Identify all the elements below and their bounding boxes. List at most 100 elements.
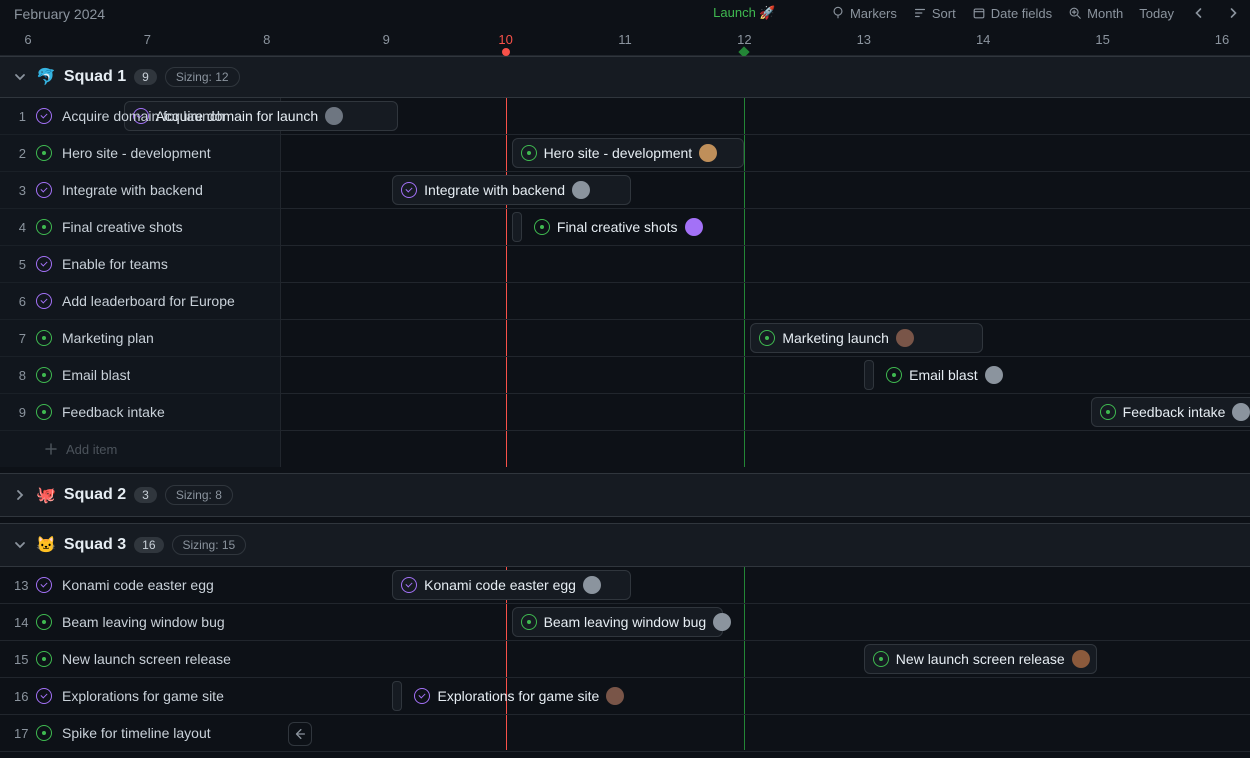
sort-button[interactable]: Sort [913, 6, 956, 21]
timeline-bar[interactable]: Explorations for game site [406, 681, 607, 711]
task-row[interactable]: 15New launch screen releaseNew launch sc… [0, 641, 1250, 678]
timeline-bar[interactable]: New launch screen release [864, 644, 1097, 674]
task-row[interactable]: 4 Final creative shots Final creative shot… [0, 209, 1250, 246]
iteration-stub[interactable] [512, 212, 522, 242]
timeline-bar[interactable]: Konami code easter egg [392, 570, 631, 600]
issue-closed-icon [414, 688, 430, 704]
task-title[interactable]: Enable for teams [62, 256, 168, 272]
timeline-toolbar: Markers Sort Date fields Month Today [831, 4, 1242, 22]
task-row[interactable]: 16Explorations for game siteExplorations… [0, 678, 1250, 715]
assignee-avatar-icon[interactable] [713, 613, 731, 631]
task-title[interactable]: Hero site - development [62, 145, 211, 161]
task-row[interactable]: 8Email blastEmail blast [0, 357, 1250, 394]
iteration-stub[interactable] [392, 681, 402, 711]
task-title[interactable]: Marketing plan [62, 330, 154, 346]
next-button[interactable] [1224, 4, 1242, 22]
timeline-bar[interactable]: Beam leaving window bug [512, 607, 723, 637]
group-header[interactable]: 🐱Squad 316Sizing: 15 [0, 523, 1250, 567]
task-title[interactable]: Add leaderboard for Europe [62, 293, 235, 309]
sort-label: Sort [932, 6, 956, 21]
chevron-right-icon[interactable] [14, 489, 28, 501]
group-emoji-icon: 🐬 [36, 67, 56, 87]
group-header[interactable]: 🐙Squad 23Sizing: 8 [0, 473, 1250, 517]
task-title[interactable]: Feedback intake [62, 404, 165, 420]
task-row[interactable]: 17 Spike for timeline layout [0, 715, 1250, 752]
date-fields-button[interactable]: Date fields [972, 6, 1052, 21]
bar-title: New launch screen release [896, 651, 1065, 667]
task-side: 13Konami code easter egg [0, 567, 281, 603]
task-side: 9Feedback intake [0, 394, 281, 430]
task-row[interactable]: 2 Hero site - development Hero site - deve… [0, 135, 1250, 172]
assignee-avatar-icon[interactable] [685, 218, 703, 236]
zoom-label: Month [1087, 6, 1123, 21]
timeline-bar[interactable]: Final creative shots [526, 212, 697, 242]
task-side: 7Marketing plan [0, 320, 281, 356]
issue-closed-icon [36, 293, 52, 309]
task-side: 4 Final creative shots [0, 209, 281, 245]
task-title[interactable]: Explorations for game site [62, 688, 224, 704]
timeline-bar[interactable]: Feedback intake [1091, 397, 1250, 427]
task-title[interactable]: Email blast [62, 367, 130, 383]
chevron-down-icon[interactable] [14, 71, 28, 83]
row-number: 17 [14, 726, 26, 741]
task-title[interactable]: Beam leaving window bug [62, 614, 225, 630]
task-side: 5Enable for teams [0, 246, 281, 282]
collapse-icon [293, 727, 307, 741]
markers-label: Markers [850, 6, 897, 21]
task-title[interactable]: New launch screen release [62, 651, 231, 667]
timeline-bar[interactable]: Hero site - development [512, 138, 745, 168]
timeline-bar[interactable]: Email blast [878, 360, 1001, 390]
assignee-avatar-icon[interactable] [699, 144, 717, 162]
timeline-bar[interactable]: Marketing launch [750, 323, 983, 353]
today-button[interactable]: Today [1139, 6, 1174, 21]
assignee-avatar-icon[interactable] [1072, 650, 1090, 668]
chevron-down-icon[interactable] [14, 539, 28, 551]
timeline-bar[interactable]: Integrate with backend [392, 175, 631, 205]
assignee-avatar-icon[interactable] [985, 366, 1003, 384]
task-title[interactable]: Konami code easter egg [62, 577, 214, 593]
group-count-badge: 9 [134, 69, 157, 85]
task-title[interactable]: Spike for timeline layout [62, 725, 211, 741]
task-row[interactable]: 9Feedback intakeFeedback intake [0, 394, 1250, 431]
prev-button[interactable] [1190, 4, 1208, 22]
issue-closed-icon [401, 577, 417, 593]
assignee-avatar-icon[interactable] [572, 181, 590, 199]
task-title[interactable]: Integrate with backend [62, 182, 203, 198]
iteration-stub[interactable] [864, 360, 874, 390]
task-row[interactable]: 6 Add leaderboard for Europe [0, 283, 1250, 320]
assignee-avatar-icon[interactable] [325, 107, 343, 125]
group-count-badge: 16 [134, 537, 163, 553]
zoom-button[interactable]: Month [1068, 6, 1123, 21]
group-rows: 13Konami code easter eggKonami code east… [0, 567, 1250, 752]
task-row[interactable]: 13Konami code easter eggKonami code east… [0, 567, 1250, 604]
chevron-left-icon [1193, 7, 1205, 19]
zoom-icon [1068, 6, 1082, 20]
assignee-avatar-icon[interactable] [896, 329, 914, 347]
roadmap-content: 🐬Squad 19Sizing: 121Acquire domain for l… [0, 56, 1250, 750]
task-side: 8Email blast [0, 357, 281, 393]
task-row[interactable]: 1Acquire domain for launchAcquire domain… [0, 98, 1250, 135]
assignee-avatar-icon[interactable] [583, 576, 601, 594]
task-side: 16Explorations for game site [0, 678, 281, 714]
issue-open-icon [36, 404, 52, 420]
row-number: 2 [14, 146, 26, 161]
task-row[interactable]: 14Beam leaving window bugBeam leaving wi… [0, 604, 1250, 641]
issue-open-icon [759, 330, 775, 346]
row-number: 6 [14, 294, 26, 309]
task-row[interactable]: 3Integrate with backendIntegrate with ba… [0, 172, 1250, 209]
row-number: 4 [14, 220, 26, 235]
issue-open-icon [886, 367, 902, 383]
collapse-sidebar-button[interactable] [288, 722, 312, 746]
markers-button[interactable]: Markers [831, 6, 897, 21]
bar-title: Email blast [909, 367, 977, 383]
group-header[interactable]: 🐬Squad 19Sizing: 12 [0, 56, 1250, 98]
group-rows: 1Acquire domain for launchAcquire domain… [0, 98, 1250, 467]
task-title[interactable]: Acquire domain for launch [62, 108, 225, 124]
day-15: 15 [1095, 32, 1109, 47]
task-row[interactable]: 5Enable for teams [0, 246, 1250, 283]
task-side: 17 Spike for timeline layout [0, 715, 281, 751]
assignee-avatar-icon[interactable] [606, 687, 624, 705]
task-row[interactable]: 7Marketing plan Marketing launch [0, 320, 1250, 357]
assignee-avatar-icon[interactable] [1232, 403, 1250, 421]
task-title[interactable]: Final creative shots [62, 219, 183, 235]
